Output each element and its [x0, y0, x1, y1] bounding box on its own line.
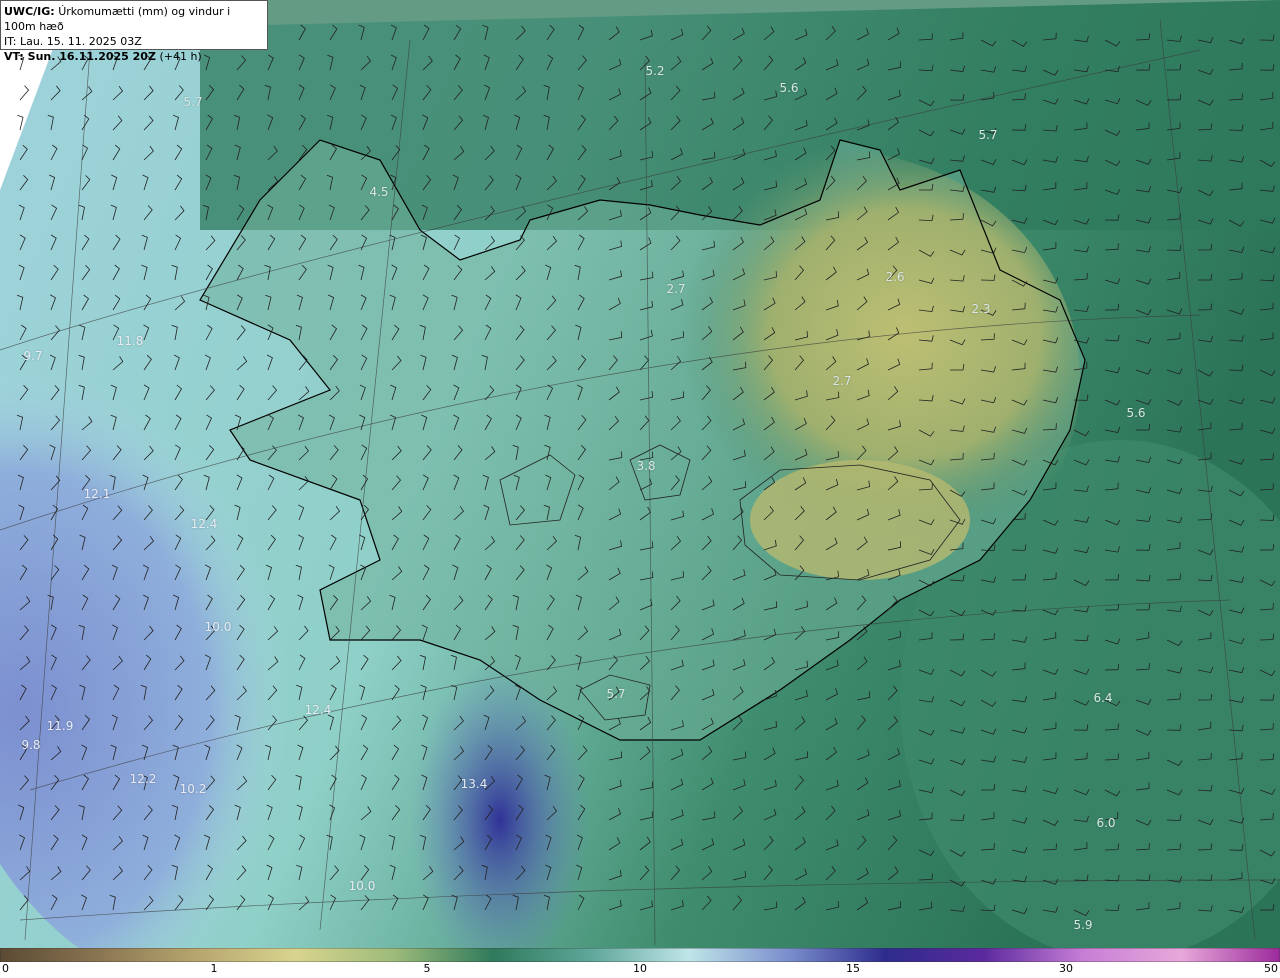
value-label: 5.7 [183, 95, 203, 109]
value-label: 12.1 [83, 487, 111, 501]
value-label: 2.6 [885, 270, 905, 284]
value-label: 5.9 [1073, 918, 1093, 932]
precipitation-wind-map [0, 0, 1280, 948]
init-time: IT: Lau. 15. 11. 2025 03Z [4, 35, 142, 48]
colorbar-tick: 30 [1059, 962, 1073, 975]
lead-time: (+41 h) [159, 50, 202, 63]
value-label: 2.3 [971, 302, 991, 316]
value-label: 11.8 [116, 334, 144, 348]
value-label: 11.9 [46, 719, 74, 733]
title-box: UWC/IG: Úrkomumætti (mm) og vindur i 100… [0, 0, 268, 63]
value-label: 5.6 [1126, 406, 1146, 420]
valid-time: VT: Sun. 16.11.2025 20Z [4, 50, 156, 63]
value-label: 10.0 [348, 879, 376, 893]
value-label: 10.2 [179, 782, 207, 796]
value-label: 5.7 [978, 128, 998, 142]
model-name: UWC/IG: [4, 5, 55, 18]
value-label: 4.5 [369, 185, 389, 199]
value-label: 9.7 [23, 349, 43, 363]
colorbar-tick: 10 [633, 962, 647, 975]
highland-south [750, 460, 970, 580]
value-label: 13.4 [460, 777, 488, 791]
value-label: 3.8 [636, 459, 656, 473]
value-label: 12.4 [304, 703, 332, 717]
value-label: 6.4 [1093, 691, 1113, 705]
colorbar-tick: 50 [1264, 962, 1278, 975]
value-label: 10.0 [204, 620, 232, 634]
value-label: 12.4 [190, 517, 218, 531]
colorbar-tick: 5 [423, 962, 431, 975]
value-label: 5.6 [779, 81, 799, 95]
value-label: 5.7 [606, 687, 626, 701]
value-label: 9.8 [21, 738, 41, 752]
colorbar-tick: 15 [846, 962, 860, 975]
value-label: 5.2 [645, 64, 665, 78]
colorbar-tick: 0 [2, 962, 9, 975]
value-label: 6.0 [1096, 816, 1116, 830]
value-label: 2.7 [832, 374, 852, 388]
value-label: 12.2 [129, 772, 157, 786]
colorbar [0, 948, 1280, 962]
value-label: 2.7 [666, 282, 686, 296]
colorbar-tick: 1 [210, 962, 218, 975]
